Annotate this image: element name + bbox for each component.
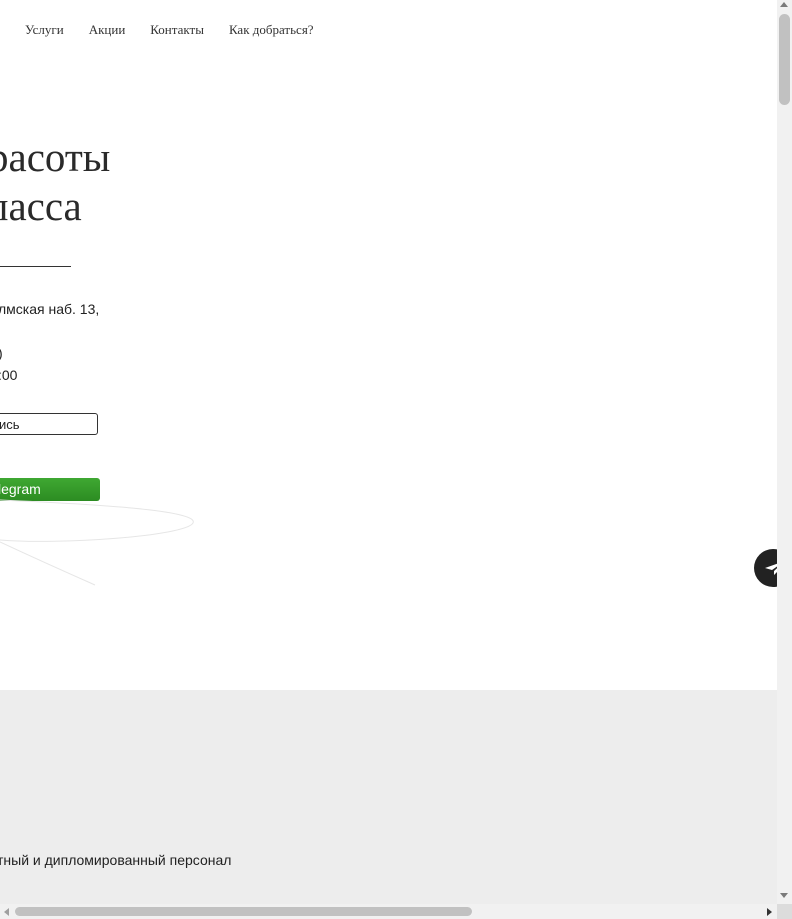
vertical-scrollbar[interactable]	[777, 0, 792, 904]
floating-telegram-button[interactable]	[754, 549, 777, 587]
contact-info: ) :00	[0, 342, 17, 386]
nav-item-services[interactable]: Услуги	[25, 22, 64, 38]
scrollbar-corner	[777, 904, 792, 919]
scroll-left-arrow-icon[interactable]	[4, 908, 9, 916]
decorative-swirl	[0, 499, 194, 586]
scroll-down-arrow-icon[interactable]	[780, 893, 788, 898]
horizontal-scroll-thumb[interactable]	[15, 907, 472, 916]
horizontal-scrollbar[interactable]	[0, 904, 777, 919]
nav-item-directions[interactable]: Как добраться?	[229, 22, 314, 38]
hero-divider	[0, 266, 71, 267]
address-text: лмская наб. 13,	[0, 301, 100, 317]
page-viewport: Услуги Акции Контакты Как добраться? рас…	[0, 0, 777, 904]
telegram-icon	[765, 563, 777, 575]
nav-item-promotions[interactable]: Акции	[89, 22, 126, 38]
feature-item: тный и дипломированный персонал	[0, 852, 232, 868]
book-appointment-button[interactable]: ись	[0, 413, 98, 435]
nav-item-contacts[interactable]: Контакты	[150, 22, 204, 38]
hero-title-line-1: расоты	[0, 134, 111, 180]
scroll-right-arrow-icon[interactable]	[767, 908, 772, 916]
hero-title: расоты ласса	[0, 133, 110, 231]
hours-text: :00	[0, 367, 18, 383]
scroll-up-arrow-icon[interactable]	[780, 2, 788, 7]
hero-title-line-2: ласса	[0, 183, 82, 229]
features-section: : тный и дипломированный персонал	[0, 690, 777, 904]
top-nav: Услуги Акции Контакты Как добраться?	[25, 22, 314, 38]
phone-text: )	[0, 342, 17, 364]
vertical-scroll-thumb[interactable]	[779, 14, 790, 105]
